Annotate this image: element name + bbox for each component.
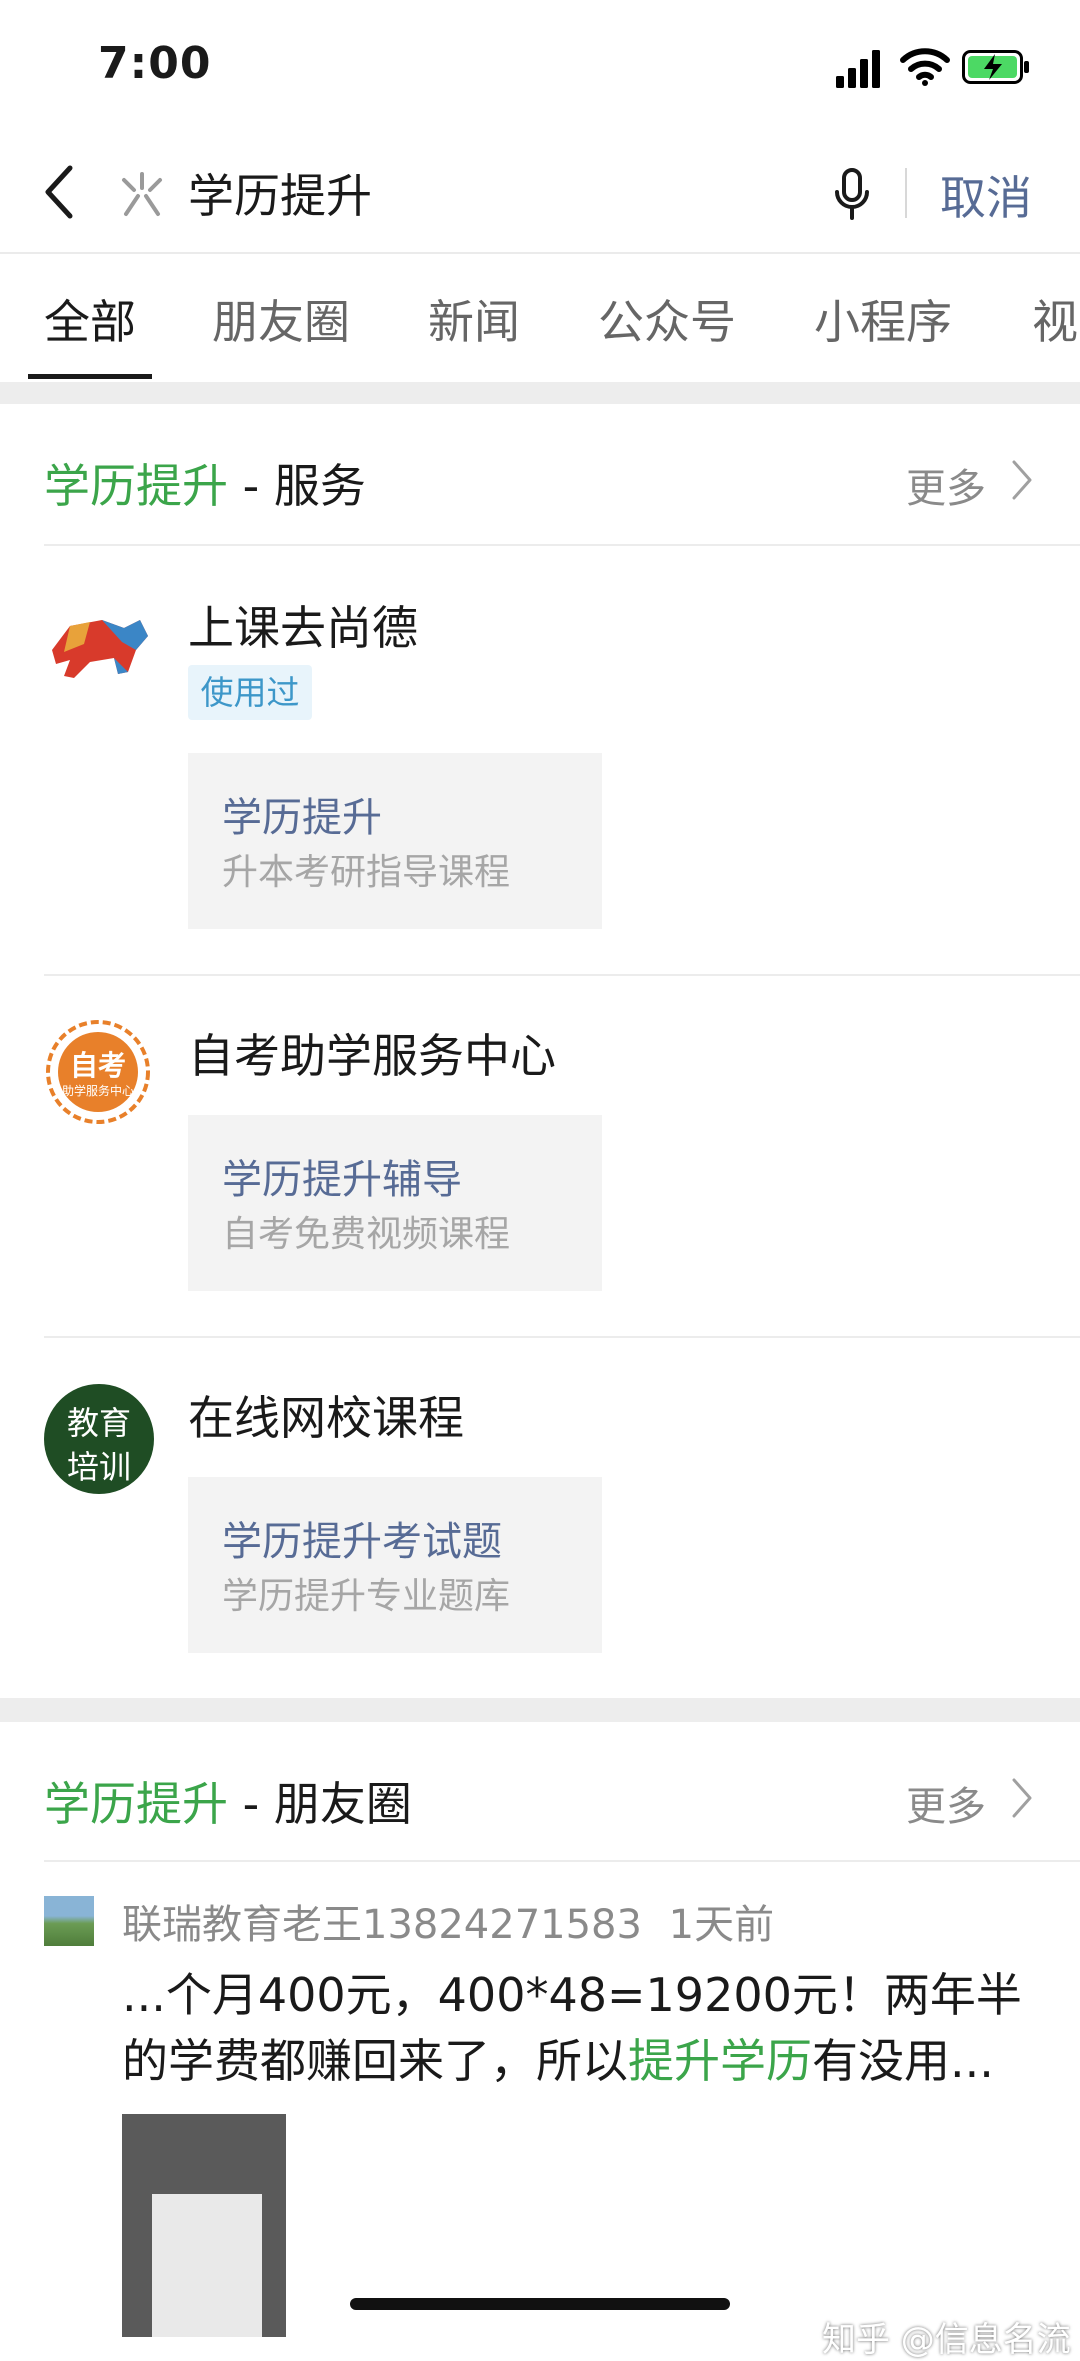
used-badge: 使用过	[188, 665, 312, 720]
laurel-logo-text: 自考	[69, 1049, 126, 1082]
tab-moments[interactable]: 朋友圈	[212, 286, 350, 352]
moment-text-highlight: 提升学历	[628, 2034, 812, 2088]
services-more-link[interactable]: 更多	[906, 456, 986, 514]
search-spark-icon	[122, 172, 162, 216]
moment-username: 联瑞教育老王13824271583	[122, 1902, 642, 1948]
service-name[interactable]: 在线网校课程	[188, 1382, 464, 1448]
circle-logo-icon[interactable]: 教育 培训	[44, 1384, 154, 1494]
active-tab-indicator	[28, 374, 152, 379]
microphone-icon[interactable]	[832, 166, 872, 222]
service-card-title: 学历提升考试题	[222, 1519, 502, 1565]
tab-videos[interactable]: 视	[1032, 286, 1078, 352]
service-card[interactable]: 学历提升辅导 自考免费视频课程	[188, 1115, 602, 1291]
status-time: 7:00	[98, 38, 212, 89]
moments-more-link[interactable]: 更多	[906, 1774, 986, 1832]
home-indicator[interactable]	[350, 2298, 730, 2310]
divider	[44, 1860, 1080, 1862]
service-card-title: 学历提升辅导	[222, 1157, 462, 1203]
moments-section-title: 学历提升 - 朋友圈	[44, 1768, 412, 1834]
service-name[interactable]: 自考助学服务中心	[188, 1020, 556, 1086]
service-card-title: 学历提升	[222, 795, 382, 841]
avatar[interactable]	[44, 1896, 94, 1946]
battery-charging-icon	[962, 50, 1029, 84]
services-section-title: 学历提升 - 服务	[44, 450, 366, 516]
bull-logo-icon[interactable]	[44, 606, 152, 690]
cancel-button[interactable]: 取消	[940, 162, 1032, 228]
divider	[44, 1336, 1080, 1338]
chevron-right-icon[interactable]	[1010, 1776, 1034, 1820]
moments-title-rest: - 朋友圈	[228, 1777, 412, 1831]
tab-mini-programs[interactable]: 小程序	[814, 286, 952, 352]
moment-image-dialog	[152, 2194, 262, 2337]
service-card-subtitle: 学历提升专业题库	[222, 1576, 511, 1617]
section-gap	[0, 1698, 1080, 1722]
tab-official-accounts[interactable]: 公众号	[598, 286, 736, 352]
laurel-logo-icon[interactable]: 自考 助学服务中心	[44, 1018, 152, 1126]
service-card-subtitle: 升本考研指导课程	[222, 852, 511, 893]
service-card[interactable]: 学历提升考试题 学历提升专业题库	[188, 1477, 602, 1653]
circle-logo-text-2: 培训	[66, 1448, 131, 1486]
circle-logo-text-1: 教育	[66, 1404, 131, 1442]
search-divider	[0, 252, 1080, 254]
tab-all[interactable]: 全部	[44, 286, 136, 352]
wifi-icon	[900, 48, 950, 86]
service-name[interactable]: 上课去尚德	[188, 592, 418, 658]
search-separator	[905, 168, 907, 218]
divider	[44, 544, 1080, 546]
divider	[44, 974, 1080, 976]
services-title-highlight: 学历提升	[44, 459, 228, 513]
moment-image-thumbnail[interactable]	[122, 2114, 286, 2337]
moment-time: 1天前	[668, 1902, 775, 1948]
search-input[interactable]: 学历提升	[188, 160, 372, 226]
section-gap	[0, 382, 1080, 404]
moment-text-after: 有没用...	[812, 2034, 994, 2088]
signal-icon	[836, 50, 880, 88]
tab-news[interactable]: 新闻	[428, 286, 520, 352]
service-card[interactable]: 学历提升 升本考研指导课程	[188, 753, 602, 929]
moment-text[interactable]: ...个月400元，400*48=19200元！两年半的学费都赚回来了，所以提升…	[122, 1962, 1042, 2094]
laurel-logo-subtext: 助学服务中心	[61, 1084, 134, 1098]
service-card-subtitle: 自考免费视频课程	[222, 1214, 511, 1255]
chevron-right-icon[interactable]	[1010, 458, 1034, 502]
back-arrow-icon[interactable]	[40, 162, 80, 222]
services-title-rest: - 服务	[228, 459, 366, 513]
moments-title-highlight: 学历提升	[44, 1777, 228, 1831]
moment-author[interactable]: 联瑞教育老王13824271583 1天前	[122, 1892, 774, 1950]
